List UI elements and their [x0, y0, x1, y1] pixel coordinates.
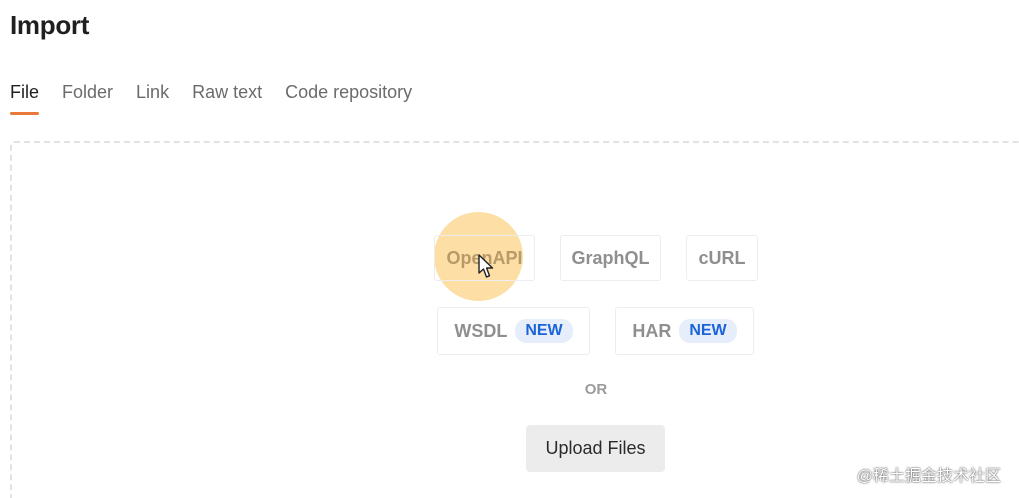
- tab-file[interactable]: File: [10, 82, 40, 115]
- or-divider: OR: [584, 381, 608, 398]
- wsdl-button[interactable]: WSDL NEW: [437, 307, 590, 355]
- import-page: Import File Folder Link Raw text Code re…: [0, 0, 1019, 498]
- tab-code-repository[interactable]: Code repository: [285, 82, 412, 115]
- watermark: @稀土掘金技术社区: [856, 468, 1001, 485]
- new-badge: NEW: [515, 319, 573, 343]
- import-tabs: File Folder Link Raw text Code repositor…: [10, 82, 412, 115]
- mouse-pointer-icon: [478, 254, 494, 278]
- page-title: Import: [10, 10, 90, 40]
- graphql-label: GraphQL: [571, 247, 650, 268]
- har-button[interactable]: HAR NEW: [615, 307, 754, 355]
- tab-folder[interactable]: Folder: [62, 82, 113, 115]
- wsdl-label: WSDL: [454, 320, 508, 341]
- curl-label: cURL: [698, 247, 746, 268]
- tab-raw-text[interactable]: Raw text: [192, 82, 262, 115]
- new-badge: NEW: [679, 319, 737, 343]
- upload-files-button[interactable]: Upload Files: [526, 425, 665, 472]
- graphql-button[interactable]: GraphQL: [560, 235, 661, 281]
- tab-link[interactable]: Link: [136, 82, 169, 115]
- har-label: HAR: [632, 320, 672, 341]
- curl-button[interactable]: cURL: [686, 235, 758, 281]
